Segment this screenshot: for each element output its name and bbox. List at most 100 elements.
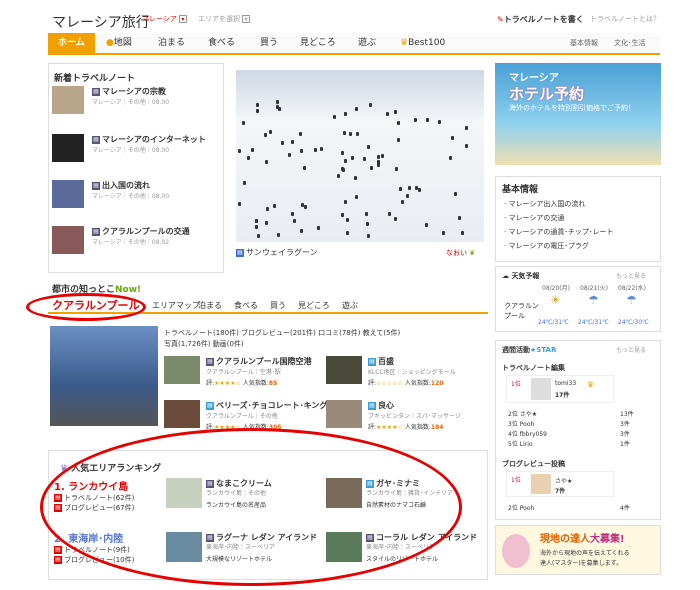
- tab-sights[interactable]: 見どころ: [298, 300, 330, 311]
- skater-figure: [304, 205, 308, 210]
- skater-figure: [438, 119, 442, 124]
- skater-figure: [453, 191, 457, 196]
- master-title: 現地の達人大募集!: [540, 530, 625, 545]
- spot-card[interactable]: ▤ 良心 ブキッビンタン｜スパ･マッサージ 評:★★★★☆ 人気指数:184: [326, 400, 476, 440]
- top-editor-card[interactable]: 1位 tomi33 17件 ♛: [506, 375, 614, 403]
- skater-figure: [291, 139, 295, 144]
- skater-figure: [385, 111, 389, 116]
- spot-photo: [164, 356, 200, 384]
- skater-figure: [341, 166, 345, 171]
- skater-figure: [300, 229, 303, 234]
- skater-figure: [425, 118, 429, 123]
- city-links-row1[interactable]: トラベルノート(180件) ブログレビュー(201件) 口コミ(78件) 教えて…: [164, 328, 400, 338]
- note-item[interactable]: ▤ マレーシアのインターネット マレーシア｜その他｜08.00: [52, 134, 222, 168]
- avatar: [531, 378, 551, 400]
- spot-photo: [326, 356, 362, 384]
- area-select[interactable]: エリアを選択 ▾: [198, 14, 250, 24]
- nav-best100[interactable]: ♛Best100: [400, 33, 445, 53]
- skater-figure: [272, 204, 276, 209]
- ranking-row[interactable]: 3位 Pooh: [508, 419, 534, 428]
- feature-caption[interactable]: ▤ サンウェイラグーン: [236, 247, 318, 258]
- nav-home[interactable]: ホーム: [48, 33, 95, 53]
- info-link[interactable]: · マレーシアの通貨･チップ･レート: [504, 227, 613, 237]
- spot-icon: ▤: [206, 357, 214, 366]
- weather-more[interactable]: もっと見る: [616, 271, 646, 280]
- spot-rating: 評:★★★★☆ 人気指数:184: [368, 422, 443, 431]
- city-photo[interactable]: [50, 326, 158, 426]
- info-link-text: マレーシアの電圧･プラグ: [508, 242, 589, 250]
- skater-figure: [405, 194, 409, 199]
- weather-temp: 24℃/30℃: [618, 319, 649, 326]
- spot-name-text: クアラルンプール国際空港: [216, 357, 312, 366]
- nav-shop[interactable]: 買う: [260, 33, 278, 53]
- master-banner[interactable]: 現地の達人大募集! 海外から現地の声を伝えてくれる 達人(マスター)を募集します…: [495, 525, 661, 575]
- weekly-more[interactable]: もっと見る: [616, 345, 646, 354]
- skater-figure: [255, 225, 259, 230]
- ranking-row[interactable]: 5位 Lirio: [508, 439, 533, 448]
- note-item[interactable]: ▤ クアラルンプールの交通マレーシア｜その他｜08.02: [52, 226, 222, 260]
- master-title-text: 現地の達人: [540, 534, 590, 545]
- trophy-icon: ♛: [587, 380, 595, 389]
- skater-figure: [287, 153, 291, 158]
- skater-figure: [237, 148, 241, 153]
- skater-figure: [257, 233, 261, 238]
- spot-card[interactable]: ▤ 百盛 KLCC地区｜ショッピングモール 評:☆☆☆☆☆ 人気指数:120: [326, 356, 476, 396]
- skater-figure: [341, 213, 345, 218]
- skater-figure: [364, 212, 368, 217]
- skater-figure: [332, 114, 336, 119]
- weekly-heading: 週間活動★STAR: [502, 345, 556, 355]
- skater-figure: [350, 155, 354, 160]
- tab-play[interactable]: 遊ぶ: [342, 300, 358, 311]
- spot-icon: ▤: [206, 401, 214, 410]
- skater-figure: [251, 148, 255, 152]
- nav-stay[interactable]: 泊まる: [158, 33, 185, 53]
- info-link[interactable]: · マレーシアの電圧･プラグ: [504, 241, 589, 251]
- nav-basic-info[interactable]: 基本情報: [570, 33, 598, 53]
- note-item[interactable]: ▤ 出入国の流れ マレーシア｜その他｜08.00: [52, 180, 222, 214]
- pencil-icon: ✎: [497, 15, 504, 24]
- country-select[interactable]: マレーシア ▾: [142, 14, 187, 24]
- rain-icon: ☂: [588, 293, 599, 307]
- note-meta: マレーシア｜その他｜08.00: [92, 99, 170, 106]
- rank-label: 3位: [508, 421, 518, 428]
- spot-card[interactable]: ▤ クアラルンプール国際空港 クアラルンプール｜空港･駅 評:★★★★☆ 人気指数:8…: [164, 356, 314, 396]
- what-is-link[interactable]: トラベルノートとは？: [590, 14, 660, 24]
- nav-sights[interactable]: 見どころ: [300, 33, 336, 53]
- nav-map[interactable]: ●地図: [106, 33, 132, 53]
- chevron-down-icon: ▾: [178, 15, 187, 23]
- skater-figure: [367, 144, 371, 149]
- hotel-banner[interactable]: マレーシア ホテル予約 海外のホテルを特別割引価格でご予約！: [495, 63, 661, 165]
- ranking-row[interactable]: 4位 fbbry059: [508, 429, 547, 438]
- nav-culture[interactable]: 文化･生活: [614, 33, 646, 53]
- note-thumbnail: [52, 226, 84, 254]
- info-link[interactable]: · マレーシアの交通: [504, 213, 564, 223]
- info-link[interactable]: · マレーシア出入国の流れ: [504, 199, 585, 209]
- ranking-row[interactable]: 2位 Pooh: [508, 503, 534, 512]
- skater-figure: [303, 165, 307, 170]
- info-link-text: マレーシアの交通: [508, 214, 565, 222]
- banner-line3: 海外のホテルを特別割引価格でご予約！: [509, 104, 635, 112]
- tab-shop[interactable]: 買う: [270, 300, 286, 311]
- tab-area-map[interactable]: エリアマップ: [152, 300, 200, 311]
- skater-figure: [291, 212, 295, 217]
- top-blogger-card[interactable]: 1位 さや★ 7件: [506, 471, 614, 497]
- feature-rating-text: なおい: [446, 249, 467, 257]
- ranking-row[interactable]: 2位 さや★: [508, 409, 537, 418]
- mascot-icon: [502, 534, 530, 568]
- write-note-link[interactable]: ✎トラベルノートを書く: [497, 14, 584, 25]
- weekly-heading-text: 週間活動: [502, 346, 530, 354]
- tab-eat[interactable]: 食べる: [234, 300, 258, 311]
- note-item[interactable]: ▤ マレーシアの宗教 マレーシア｜その他｜08.00: [52, 86, 222, 120]
- note-icon: ▤: [92, 181, 100, 190]
- note-icon: ▤: [92, 227, 100, 236]
- popularity-label: 人気指数:: [404, 424, 431, 431]
- note-title: ▤ クアラルンプールの交通: [92, 226, 190, 237]
- skater-figure: [317, 225, 321, 230]
- nav-eat[interactable]: 食べる: [208, 33, 235, 53]
- city-links-row2[interactable]: 写真(1,726件) 動画(0件): [164, 339, 244, 349]
- tab-stay[interactable]: 泊まる: [198, 300, 222, 311]
- master-sub: 大募集!: [590, 534, 625, 545]
- feature-photo[interactable]: [236, 70, 484, 242]
- nav-play[interactable]: 遊ぶ: [358, 33, 376, 53]
- note-meta: マレーシア｜その他｜08.02: [92, 239, 170, 246]
